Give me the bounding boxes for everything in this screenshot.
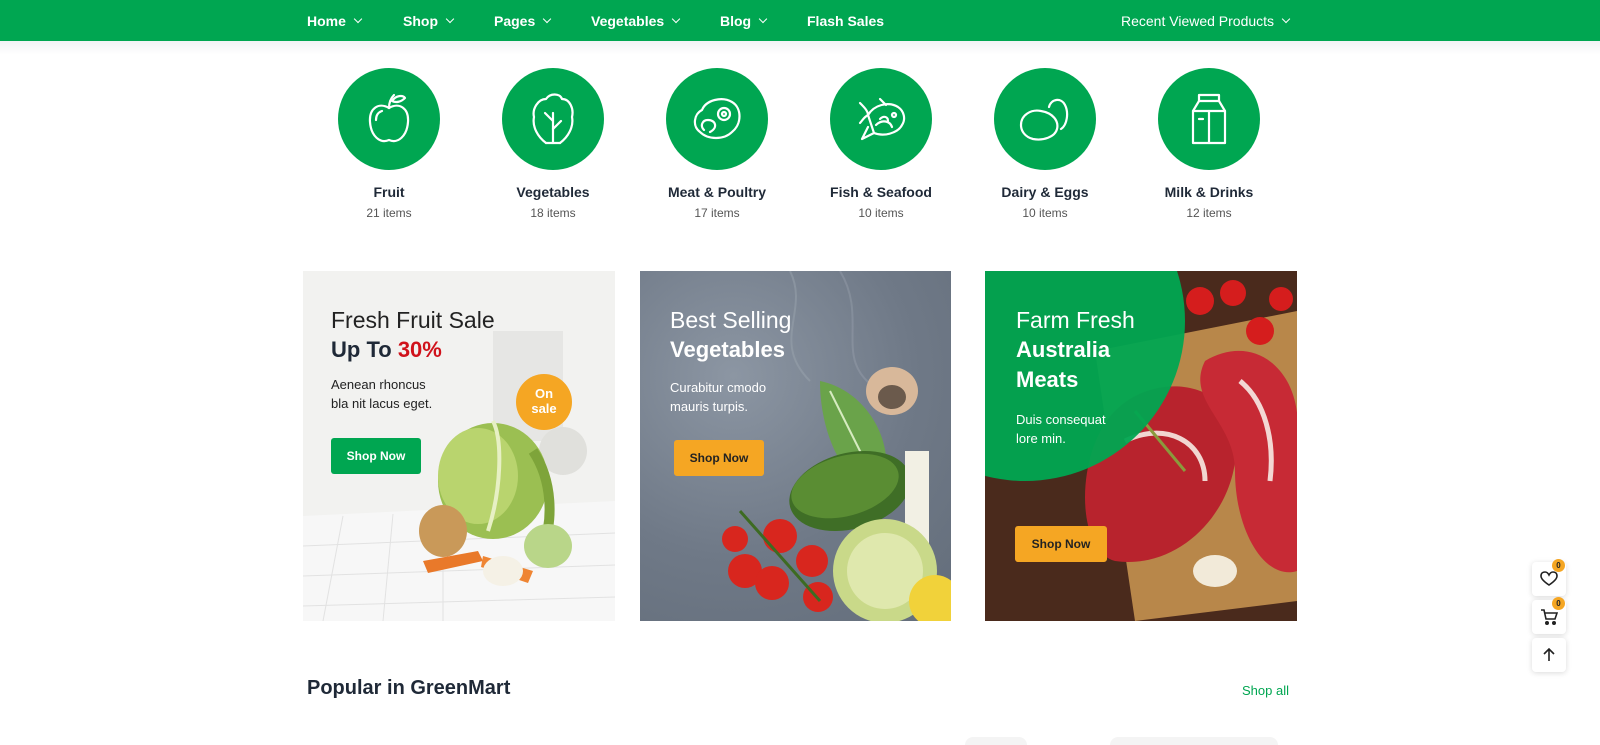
badge-line: On bbox=[534, 386, 554, 401]
banner-subtitle: Up To 30% bbox=[331, 337, 442, 363]
nav-pages[interactable]: Pages bbox=[494, 0, 552, 41]
nav-label: Home bbox=[307, 12, 346, 29]
banner-text-line: Curabitur cmodo bbox=[670, 380, 767, 395]
category-count: 10 items bbox=[1022, 206, 1068, 220]
category-name: Fish & Seafood bbox=[830, 184, 932, 200]
banner-text-line: bla nit lacus eget. bbox=[331, 396, 433, 411]
chevron-down-icon bbox=[671, 14, 681, 23]
on-sale-badge: On sale bbox=[516, 374, 572, 430]
chevron-down-icon bbox=[758, 14, 768, 23]
badge-line: sale bbox=[531, 401, 557, 416]
main-nav: Home Shop Pages Vegetables Blog Flash Sa… bbox=[0, 0, 1600, 41]
banner-fruit-sale[interactable]: Fresh Fruit Sale Up To 30% Aenean rhoncu… bbox=[303, 271, 615, 621]
banner-farm-fresh-meats[interactable]: Farm Fresh Australia Meats Duis consequa… bbox=[985, 271, 1297, 621]
banner-subtitle-text: Up To bbox=[331, 337, 392, 362]
category-circle bbox=[338, 68, 440, 170]
milk-carton-icon bbox=[1191, 93, 1227, 145]
fish-icon bbox=[858, 97, 906, 141]
category-count: 21 items bbox=[366, 206, 412, 220]
nav-label: Blog bbox=[720, 12, 752, 29]
category-vegetables[interactable]: Vegetables 18 items bbox=[483, 68, 623, 220]
banner-best-selling-vegetables[interactable]: Best Selling Vegetables Curabitur cmodo … bbox=[640, 271, 951, 621]
category-name: Milk & Drinks bbox=[1164, 184, 1254, 200]
cart-icon bbox=[1541, 609, 1558, 625]
category-fruit[interactable]: Fruit 21 items bbox=[319, 68, 459, 220]
category-meat-poultry[interactable]: Meat & Poultry 17 items bbox=[647, 68, 787, 220]
lettuce-icon bbox=[532, 93, 574, 145]
banner-text-line: lore min. bbox=[1016, 431, 1066, 446]
category-circle bbox=[666, 68, 768, 170]
category-count: 10 items bbox=[858, 206, 904, 220]
banner-title: Best Selling bbox=[670, 307, 792, 333]
category-milk-drinks[interactable]: Milk & Drinks 12 items bbox=[1139, 68, 1279, 220]
category-count: 12 items bbox=[1186, 206, 1232, 220]
category-circle bbox=[830, 68, 932, 170]
nav-label: Flash Sales bbox=[807, 12, 885, 29]
nav-label: Vegetables bbox=[591, 12, 665, 29]
nav-label: Shop bbox=[403, 12, 438, 29]
banner-subtitle-line: Meats bbox=[1016, 367, 1079, 392]
chevron-down-icon bbox=[445, 14, 455, 23]
wishlist-count-badge: 0 bbox=[1552, 559, 1565, 572]
shop-now-button[interactable]: Shop Now bbox=[674, 440, 764, 476]
nav-shadow bbox=[0, 41, 1600, 55]
category-count: 18 items bbox=[530, 206, 576, 220]
nav-home[interactable]: Home bbox=[307, 0, 363, 41]
cart-count-badge: 0 bbox=[1552, 597, 1565, 610]
recent-label: Recent Viewed Products bbox=[1121, 12, 1275, 29]
shop-all-link[interactable]: Shop all bbox=[1242, 683, 1289, 698]
nav-shop[interactable]: Shop bbox=[403, 0, 455, 41]
banner-subtitle: Australia Meats bbox=[1016, 337, 1110, 393]
apple-icon bbox=[368, 93, 410, 143]
category-name: Dairy & Eggs bbox=[1001, 184, 1089, 200]
recent-viewed-products[interactable]: Recent Viewed Products bbox=[1121, 0, 1291, 41]
banner-text-line: Duis consequat bbox=[1016, 412, 1106, 427]
nav-label: Pages bbox=[494, 12, 536, 29]
category-fish-seafood[interactable]: Fish & Seafood 10 items bbox=[811, 68, 951, 220]
category-circle bbox=[502, 68, 604, 170]
banner-text-line: mauris turpis. bbox=[670, 399, 749, 414]
banner-subtitle: Vegetables bbox=[670, 337, 785, 362]
banner-title: Fresh Fruit Sale bbox=[331, 307, 495, 333]
banner-subtitle-line: Australia bbox=[1016, 337, 1111, 362]
heart-icon bbox=[1540, 571, 1558, 586]
category-name: Vegetables bbox=[516, 184, 590, 200]
shop-now-button[interactable]: Shop Now bbox=[1015, 526, 1107, 562]
scroll-top-button[interactable] bbox=[1532, 638, 1566, 672]
cart-button[interactable]: 0 bbox=[1532, 597, 1566, 634]
product-card-top bbox=[965, 737, 1027, 745]
shop-now-button[interactable]: Shop Now bbox=[331, 438, 421, 474]
banner-text: Curabitur cmodo mauris turpis. bbox=[670, 378, 766, 416]
category-dairy-eggs[interactable]: Dairy & Eggs 10 items bbox=[975, 68, 1115, 220]
chevron-down-icon bbox=[353, 14, 363, 23]
banner-text: Aenean rhoncus bla nit lacus eget. bbox=[331, 375, 432, 413]
steak-icon bbox=[693, 98, 741, 140]
category-name: Fruit bbox=[373, 184, 405, 200]
category-circle bbox=[1158, 68, 1260, 170]
chevron-down-icon bbox=[543, 14, 552, 23]
banner-text-line: Aenean rhoncus bbox=[331, 377, 426, 392]
nav-blog[interactable]: Blog bbox=[720, 0, 768, 41]
discount-highlight: 30% bbox=[397, 337, 442, 362]
nav-vegetables[interactable]: Vegetables bbox=[591, 0, 681, 41]
category-circle bbox=[994, 68, 1096, 170]
banner-title: Farm Fresh bbox=[1016, 307, 1135, 333]
wishlist-button[interactable]: 0 bbox=[1532, 559, 1566, 596]
chevron-down-icon bbox=[1281, 14, 1291, 23]
section-title: Popular in GreenMart bbox=[307, 677, 511, 699]
product-card-top bbox=[1110, 737, 1278, 745]
eggs-icon bbox=[1019, 98, 1069, 141]
category-count: 17 items bbox=[694, 206, 740, 220]
category-name: Meat & Poultry bbox=[667, 184, 766, 200]
arrow-up-icon bbox=[1543, 648, 1555, 661]
nav-flash-sales[interactable]: Flash Sales bbox=[807, 0, 884, 41]
banner-text: Duis consequat lore min. bbox=[1016, 410, 1106, 448]
